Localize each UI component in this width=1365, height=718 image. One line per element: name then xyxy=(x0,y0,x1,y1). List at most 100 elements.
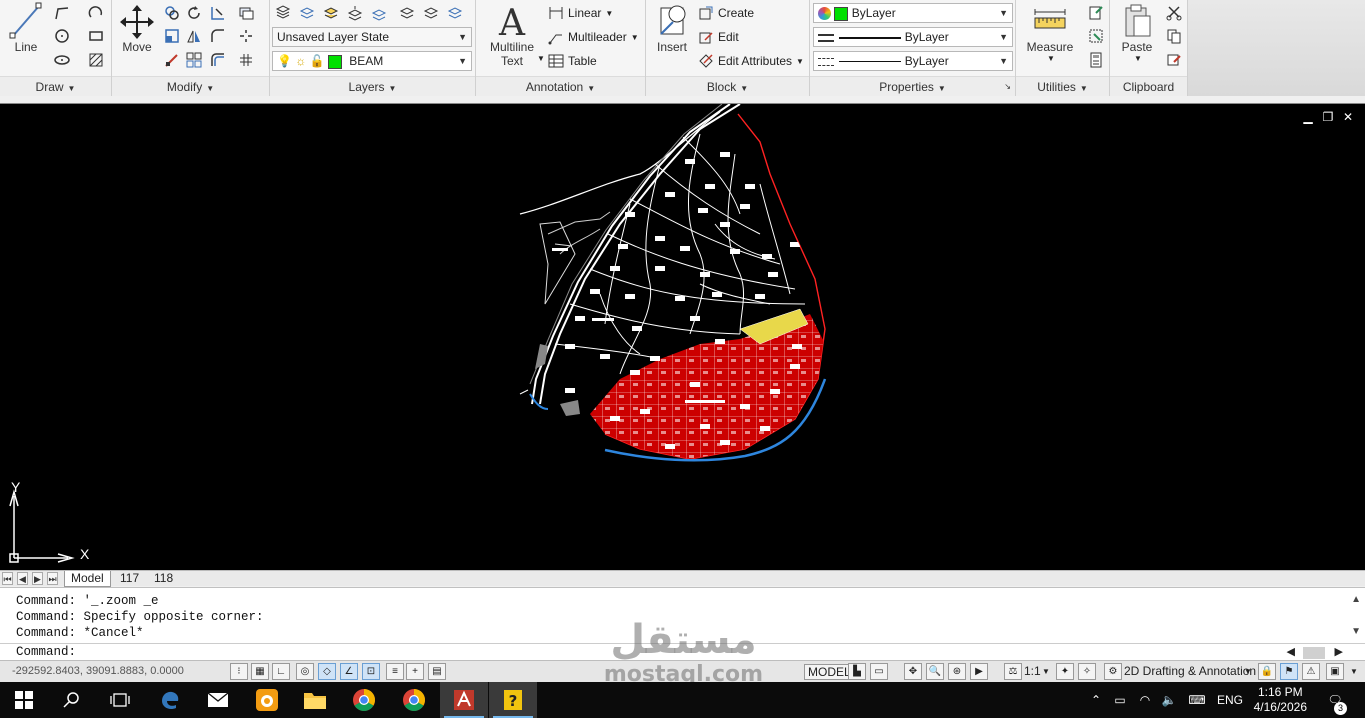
wifi-icon[interactable]: ◠ xyxy=(1134,682,1156,718)
rotate-button[interactable] xyxy=(184,3,204,23)
multileader-button[interactable]: Multileader ▼ xyxy=(548,27,639,47)
move-button[interactable]: Move xyxy=(116,4,158,54)
scale-button[interactable] xyxy=(162,50,182,70)
arc-button[interactable] xyxy=(86,3,106,23)
circle-button[interactable] xyxy=(52,26,72,46)
annotation-scale-value[interactable]: 1:1 xyxy=(1024,664,1041,678)
select-all-button[interactable] xyxy=(1086,26,1106,46)
zoom-icon[interactable]: 🔍 xyxy=(926,663,944,680)
match-properties-button[interactable] xyxy=(1164,50,1184,70)
chrome-second-button[interactable] xyxy=(390,682,438,718)
layer-freeze-button[interactable] xyxy=(397,3,417,23)
h-scroll-right-icon[interactable]: ▶ xyxy=(1335,645,1343,658)
mirror-button[interactable] xyxy=(184,26,204,46)
h-scroll-thumb[interactable] xyxy=(1303,647,1325,659)
insert-block-button[interactable]: Insert xyxy=(650,2,694,54)
paste-dropdown-arrow[interactable]: ▼ xyxy=(1134,54,1142,63)
edge-browser-button[interactable] xyxy=(146,682,194,718)
tab-model[interactable]: Model xyxy=(64,571,111,587)
first-tab-arrow[interactable]: ⏮ xyxy=(2,572,13,585)
utilities-panel-title[interactable]: Utilities ▼ xyxy=(1016,76,1109,96)
quick-view-icon[interactable]: ▭ xyxy=(870,663,888,680)
properties-panel-title[interactable]: Properties ▼ ↘ xyxy=(810,76,1015,96)
language-indicator[interactable]: ENG xyxy=(1214,682,1246,718)
layer-properties-button[interactable] xyxy=(273,3,293,23)
layer-off-button[interactable] xyxy=(421,3,441,23)
chrome-button[interactable] xyxy=(340,682,388,718)
linetype-dropdown[interactable]: ByLayer ▼ xyxy=(813,27,1013,47)
offset-button[interactable] xyxy=(208,50,228,70)
clean-screen-icon[interactable]: ▣ xyxy=(1326,663,1344,680)
keyboard-icon[interactable]: ⌨ xyxy=(1184,682,1210,718)
quick-select-button[interactable] xyxy=(1086,3,1106,23)
command-scroll-up-icon[interactable]: ▲ xyxy=(1351,594,1361,605)
hatch-button[interactable] xyxy=(86,50,106,70)
file-explorer-button[interactable] xyxy=(291,682,339,718)
layer-dropdown[interactable]: 💡 ☼ 🔓 BEAM ▼ xyxy=(272,51,472,71)
paste-button[interactable]: Paste xyxy=(1114,2,1160,54)
annotation-scale-icon[interactable]: ⚖ xyxy=(1004,663,1022,680)
object-color-dropdown[interactable]: ByLayer ▼ xyxy=(813,3,1013,23)
hardware-acceleration-icon[interactable]: ⚠ xyxy=(1302,663,1320,680)
grid-display-icon[interactable]: ▦ xyxy=(251,663,269,680)
modify-more-button[interactable] xyxy=(236,50,256,70)
pan-icon[interactable]: ✥ xyxy=(904,663,922,680)
fillet-button[interactable] xyxy=(208,26,228,46)
isolate-objects-icon[interactable]: ⚑ xyxy=(1280,663,1298,680)
autocad-button[interactable] xyxy=(440,682,488,718)
drawing-viewport[interactable]: ▁ ❐ ✕ Y X xyxy=(0,103,1365,570)
line-button[interactable]: Line xyxy=(6,2,46,54)
layout-icon[interactable]: ▙ xyxy=(848,663,866,680)
erase-button[interactable] xyxy=(236,3,256,23)
draw-panel-title[interactable]: Draw ▼ xyxy=(0,76,111,96)
workspace-dropdown[interactable]: 2D Drafting & Annotation xyxy=(1124,664,1256,678)
tab-118[interactable]: 118 xyxy=(148,571,179,587)
mail-button[interactable] xyxy=(194,682,242,718)
next-tab-arrow[interactable]: ▶ xyxy=(32,572,43,585)
showmotion-icon[interactable]: ▶ xyxy=(970,663,988,680)
prev-tab-arrow[interactable]: ◀ xyxy=(17,572,28,585)
snap-grid-icon[interactable]: ⁝ xyxy=(230,663,248,680)
h-scroll-left-icon[interactable]: ◀ xyxy=(1287,645,1295,658)
edit-block-button[interactable]: Edit xyxy=(698,27,739,47)
annotation-panel-title[interactable]: Annotation ▼ xyxy=(476,76,645,96)
create-block-button[interactable]: Create xyxy=(698,3,754,23)
steering-wheel-icon[interactable]: ⊛ xyxy=(948,663,966,680)
annotation-visibility-icon[interactable]: ✦ xyxy=(1056,663,1074,680)
array-button[interactable] xyxy=(184,50,204,70)
calculator-button[interactable] xyxy=(1086,50,1106,70)
command-input[interactable]: Command: ◀ ▶ xyxy=(0,643,1365,661)
layer-walk-button[interactable] xyxy=(445,3,465,23)
polyline-button[interactable] xyxy=(52,3,72,23)
measure-dropdown-arrow[interactable]: ▼ xyxy=(1047,54,1055,63)
clock[interactable]: 1:16 PM 4/16/2026 xyxy=(1254,685,1307,715)
layer-isolate-button[interactable] xyxy=(345,3,365,23)
lineweight-dropdown[interactable]: ByLayer ▼ xyxy=(813,51,1013,71)
status-bar-menu-arrow[interactable]: ▼ xyxy=(1350,667,1358,676)
battery-icon[interactable]: ▭ xyxy=(1108,682,1132,718)
explode-button[interactable] xyxy=(236,26,256,46)
edit-attributes-button[interactable]: Edit Attributes ▼ xyxy=(698,51,804,71)
polar-tracking-icon[interactable]: ◎ xyxy=(296,663,314,680)
block-panel-title[interactable]: Block ▼ xyxy=(646,76,809,96)
multiline-text-button[interactable]: A Multiline Text xyxy=(482,2,542,68)
quick-properties-icon[interactable]: ▤ xyxy=(428,663,446,680)
task-view-button[interactable] xyxy=(96,682,144,718)
linear-dimension-button[interactable]: Linear ▼ xyxy=(548,3,613,23)
help-app-button[interactable]: ? xyxy=(489,682,537,718)
layer-previous-button[interactable] xyxy=(321,3,341,23)
annotation-scale-dropdown[interactable]: ▼ xyxy=(1042,667,1050,676)
uc-browser-button[interactable] xyxy=(243,682,291,718)
trim-button[interactable] xyxy=(208,3,228,23)
dialog-launcher-icon[interactable]: ↘ xyxy=(1004,77,1011,97)
layer-match-button[interactable] xyxy=(297,3,317,23)
command-scroll-down-icon[interactable]: ▼ xyxy=(1351,626,1361,637)
copy-clip-button[interactable] xyxy=(1164,26,1184,46)
measure-button[interactable]: Measure xyxy=(1022,4,1078,54)
tab-117[interactable]: 117 xyxy=(114,571,145,587)
modify-panel-title[interactable]: Modify ▼ xyxy=(112,76,269,96)
workspace-dropdown-arrow[interactable]: ▼ xyxy=(1244,667,1252,676)
dynamic-input-icon[interactable]: + xyxy=(406,663,424,680)
layer-unisolate-button[interactable] xyxy=(369,3,389,23)
table-button[interactable]: Table xyxy=(548,51,597,71)
